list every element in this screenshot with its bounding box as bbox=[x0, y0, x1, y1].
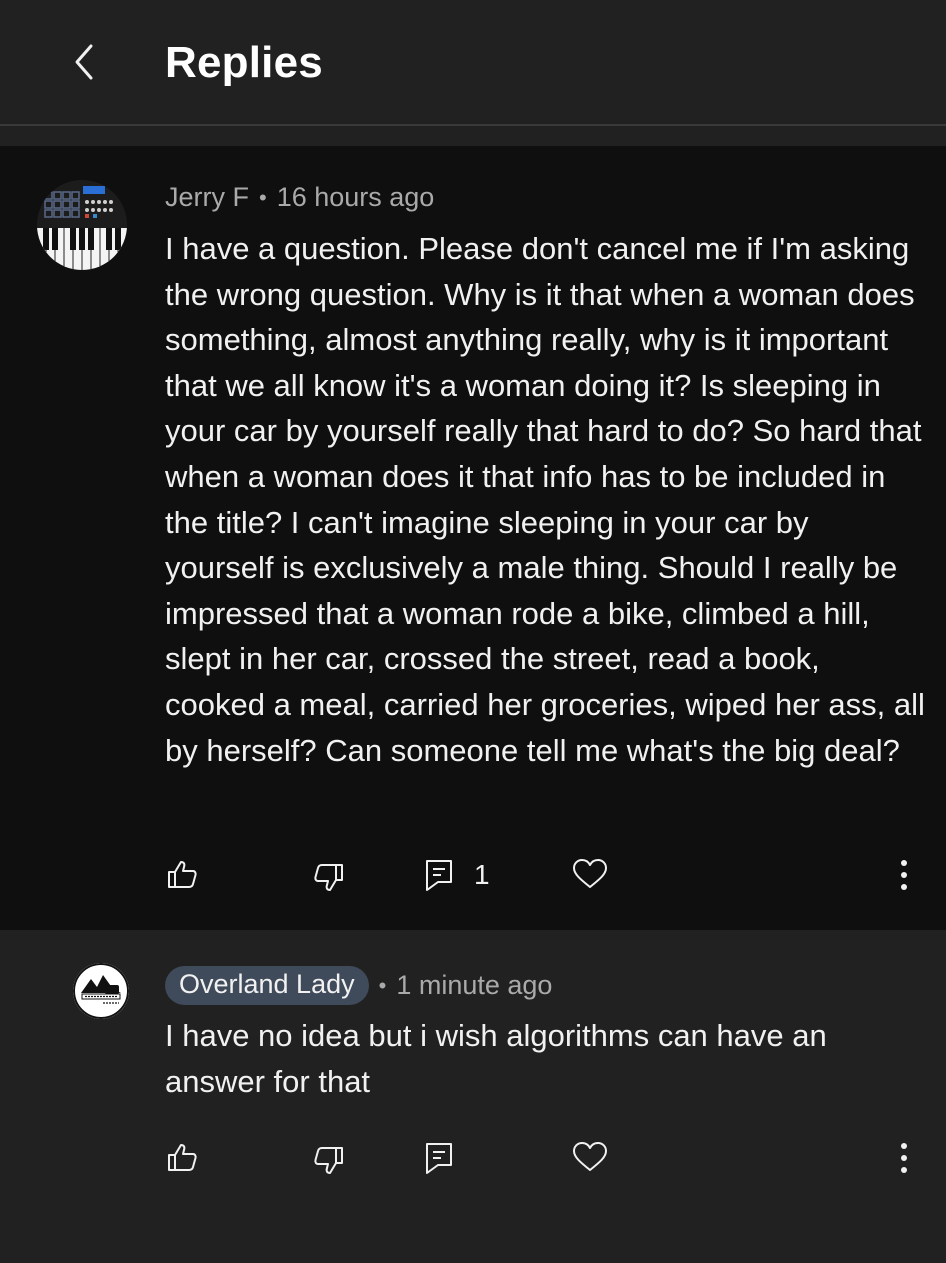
reply-button[interactable]: 1 bbox=[424, 858, 490, 892]
reply-text: I have no idea but i wish algorithms can… bbox=[165, 1018, 827, 1099]
more-vertical-icon bbox=[895, 858, 913, 892]
like-button[interactable] bbox=[166, 1141, 198, 1173]
thumbs-down-icon bbox=[313, 1145, 345, 1177]
reply-author-avatar[interactable] bbox=[73, 963, 129, 1019]
meta-separator: • bbox=[259, 184, 267, 210]
overland-lady-logo-avatar bbox=[73, 963, 129, 1019]
like-button[interactable] bbox=[166, 858, 198, 890]
more-options-button[interactable] bbox=[895, 1141, 913, 1175]
timestamp[interactable]: 16 hours ago bbox=[277, 182, 435, 213]
author-name-chip[interactable]: Overland Lady bbox=[165, 966, 369, 1005]
thumbs-up-icon bbox=[166, 1141, 198, 1173]
keyboard-synth-avatar bbox=[37, 180, 127, 270]
reply-comment-icon bbox=[424, 1141, 454, 1175]
page-title: Replies bbox=[165, 38, 323, 87]
reply-button[interactable] bbox=[424, 1141, 454, 1175]
chevron-left-icon bbox=[71, 42, 97, 87]
meta-separator: • bbox=[378, 972, 387, 998]
reply-comment: Overland Lady • 1 minute ago I have no i… bbox=[0, 930, 946, 1263]
back-button[interactable] bbox=[60, 40, 108, 88]
author-name[interactable]: Jerry F bbox=[165, 182, 249, 213]
thumbs-down-icon bbox=[313, 862, 345, 894]
more-options-button[interactable] bbox=[895, 858, 913, 892]
more-vertical-icon bbox=[895, 1141, 913, 1175]
heart-button[interactable] bbox=[572, 858, 608, 890]
dislike-button[interactable] bbox=[313, 1145, 345, 1177]
commenter-avatar[interactable] bbox=[37, 180, 127, 270]
thumbs-up-icon bbox=[166, 858, 198, 890]
header-divider-gap bbox=[0, 128, 946, 146]
app-header: Replies bbox=[0, 0, 946, 126]
reply-comment-icon bbox=[424, 858, 454, 892]
top-comment: Jerry F • 16 hours ago I have a question… bbox=[0, 146, 946, 930]
heart-button[interactable] bbox=[572, 1141, 608, 1173]
heart-icon bbox=[572, 1141, 608, 1173]
heart-icon bbox=[572, 858, 608, 890]
comment-text: I have a question. Please don't cancel m… bbox=[165, 231, 925, 768]
reply-meta: Overland Lady • 1 minute ago bbox=[165, 966, 552, 1005]
dislike-button[interactable] bbox=[313, 862, 345, 894]
comment-meta: Jerry F • 16 hours ago bbox=[165, 182, 434, 213]
reply-count: 1 bbox=[474, 859, 490, 890]
timestamp[interactable]: 1 minute ago bbox=[396, 970, 552, 1001]
